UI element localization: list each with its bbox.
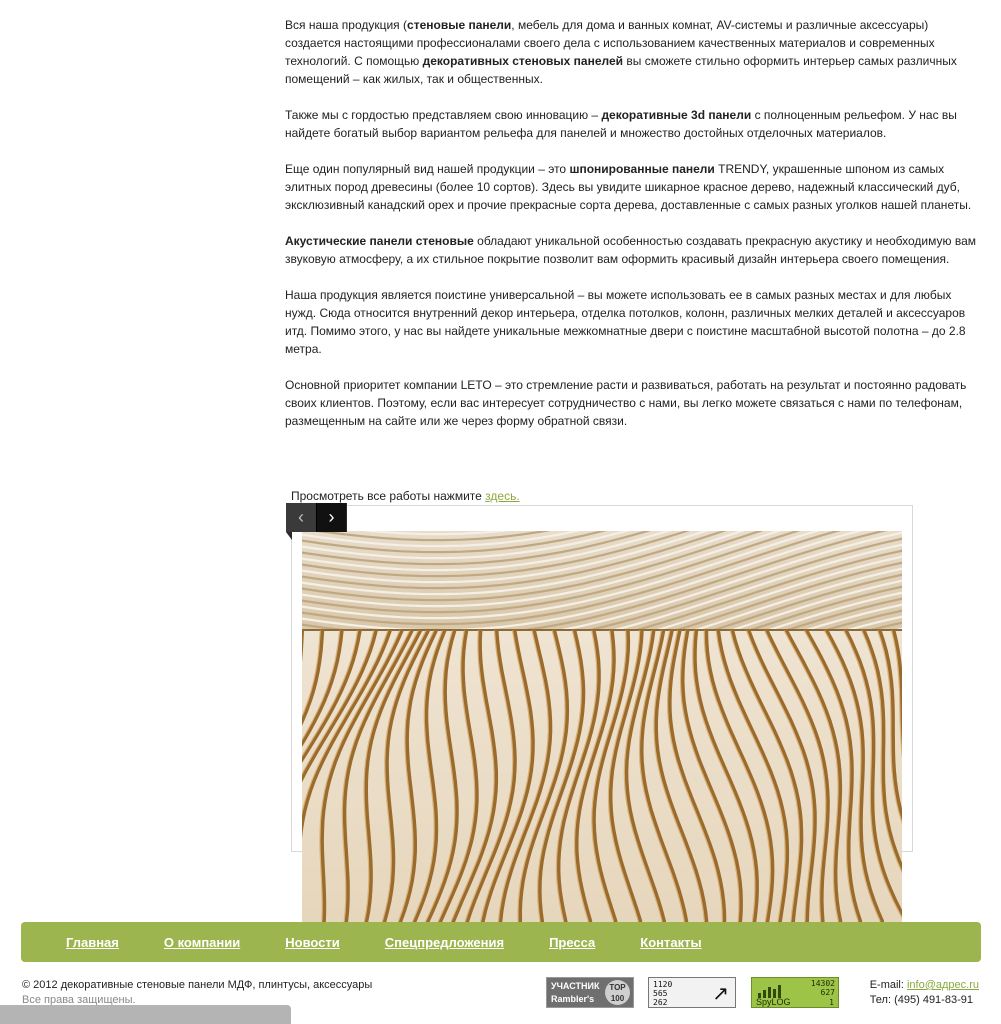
paragraph-company-priority: Основной приоритет компании LETO – это с… (285, 378, 967, 428)
view-all-link[interactable]: здесь. (485, 489, 520, 503)
slider-controls: ‹ › (286, 503, 347, 532)
rambler-line2: Rambler's (551, 994, 595, 1004)
copyright-text: © 2012 декоративные стеновые панели МДФ,… (22, 979, 373, 991)
spylog-online: 1 (829, 998, 834, 1007)
rambler-top100-counter[interactable]: УЧАСТНИК Rambler's TOP 100 (546, 977, 634, 1008)
article-content: Вся наша продукция (стеновые панели, меб… (285, 16, 985, 448)
paragraph-3d-panels: Также мы с гордостью представляем свою и… (285, 108, 957, 140)
chevron-left-icon: ‹ (298, 507, 304, 527)
slider-prev-button[interactable]: ‹ (286, 503, 316, 532)
footer-nav-press[interactable]: Пресса (549, 935, 595, 950)
arrow-up-right-icon: ↗ (712, 981, 729, 1005)
bar-graph-icon (758, 985, 781, 998)
spylog-numbers: 14302 627 (810, 979, 835, 997)
liveinternet-numbers: 1120 565 262 (653, 980, 673, 1007)
footer-nav-offers[interactable]: Спецпредложения (385, 935, 504, 950)
liveinternet-counter[interactable]: 1120 565 262 ↗ (648, 977, 736, 1008)
footer-nav-news[interactable]: Новости (285, 935, 340, 950)
gallery-slide-image (302, 531, 902, 922)
paragraph-products: Вся наша продукция (стеновые панели, меб… (285, 18, 957, 86)
footer-nav-home[interactable]: Главная (66, 935, 119, 950)
slider-next-button[interactable]: › (316, 503, 346, 532)
chevron-right-icon: › (328, 507, 335, 527)
phone-text: Тел: (495) 491-83-91 (869, 994, 973, 1006)
paragraph-veneer-panels: Еще один популярный вид нашей продукции … (285, 162, 972, 212)
view-all-works: Просмотреть все работы нажмите здесь. (291, 489, 520, 503)
spylog-counter[interactable]: 14302 627 1 SpyLOG (751, 977, 839, 1008)
footer-copyright: © 2012 декоративные стеновые панели МДФ,… (22, 978, 372, 1008)
rambler-top100-badge: TOP 100 (605, 980, 630, 1005)
footer-nav-about[interactable]: О компании (164, 935, 240, 950)
bottom-scroll-strip (0, 1005, 291, 1024)
email-line: E-mail: info@адрес.ru (869, 979, 979, 991)
spylog-brand: SpyLOG (756, 997, 791, 1007)
footer-nav: Главная О компании Новости Спецпредложен… (21, 922, 981, 962)
footer-contacts: E-mail: info@адрес.ru Тел: (495) 491-83-… (870, 978, 979, 1008)
paragraph-universal: Наша продукция является поистине универс… (285, 288, 966, 356)
rambler-line1: УЧАСТНИК (551, 981, 600, 991)
email-link[interactable]: info@адрес.ru (907, 979, 979, 991)
slider-controls-tail (286, 532, 292, 540)
footer-nav-contacts[interactable]: Контакты (640, 935, 701, 950)
paragraph-acoustic-panels: Акустические панели стеновые обладают ун… (285, 234, 977, 266)
